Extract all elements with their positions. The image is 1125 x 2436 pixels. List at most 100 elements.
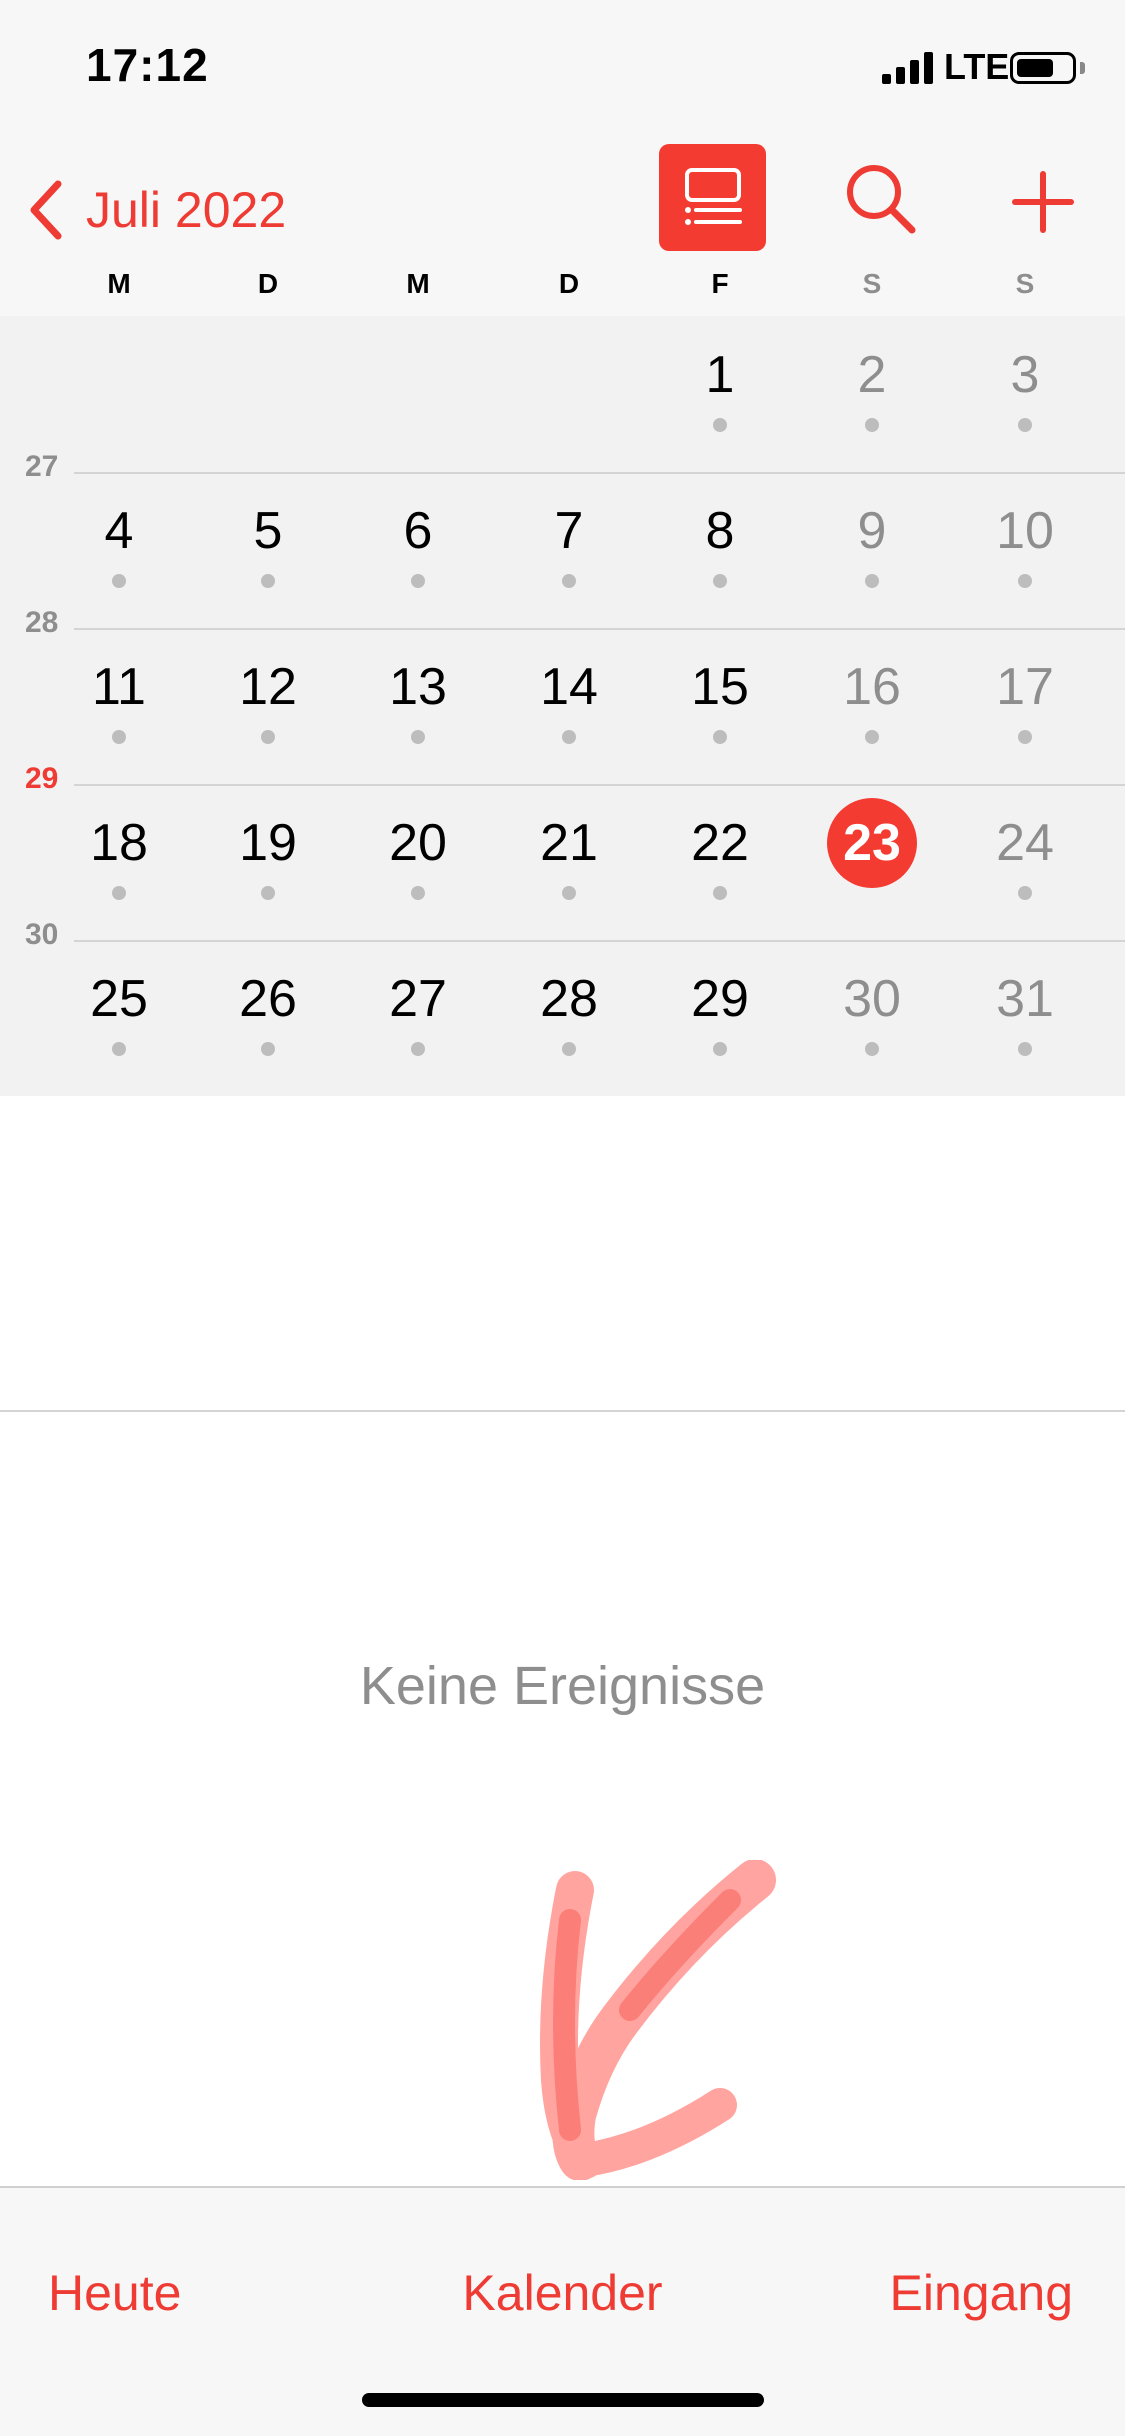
week-divider [74,472,1125,474]
event-dot [713,418,727,432]
weekday-label: S [862,268,882,299]
list-view-icon [684,167,742,225]
calendar-day[interactable]: 8 [670,500,770,562]
event-dot [112,1042,126,1056]
event-dot [865,1042,879,1056]
calendar-day[interactable]: 12 [218,656,318,718]
calendar-day[interactable]: 11 [69,656,169,718]
calendar-day[interactable]: 18 [69,812,169,874]
calendar-day[interactable]: 21 [519,812,619,874]
calendar-day[interactable]: 30 [822,968,922,1030]
day-number: 28 [540,970,598,1028]
day-number: 11 [92,658,146,716]
calendar-day[interactable]: 22 [670,812,770,874]
calendar-day[interactable]: 3 [975,344,1075,406]
calendar-day[interactable]: 1 [670,344,770,406]
day-number: 2 [857,346,887,404]
day-number: 7 [554,502,584,560]
day-number: 31 [996,970,1054,1028]
calendar-day[interactable]: 26 [218,968,318,1030]
day-number: 15 [691,658,749,716]
day-number: 13 [389,658,447,716]
calendar-day[interactable]: 25 [69,968,169,1030]
day-number: 24 [996,814,1054,872]
calendar-day[interactable]: 9 [822,500,922,562]
event-dot [112,574,126,588]
back-button[interactable]: Juli 2022 [24,170,286,250]
cellular-signal-icon [882,52,933,84]
week-number: 28 [25,606,59,639]
week-divider [74,628,1125,630]
weekday-label: D [558,268,580,299]
event-dot [865,418,879,432]
event-dot [112,730,126,744]
calendar-day[interactable]: 31 [975,968,1075,1030]
event-dot [713,886,727,900]
weekday-label: S [1015,268,1035,299]
day-number: 26 [239,970,297,1028]
list-view-button[interactable] [659,144,766,251]
plus-icon[interactable] [1003,162,1083,242]
inbox-tab[interactable]: Eingang [890,2264,1074,2322]
week-row: 1 2 3 [0,316,1125,472]
day-number: 25 [90,970,148,1028]
event-dot [865,574,879,588]
weekday-label: D [257,268,279,299]
calendar-day[interactable]: 24 [975,812,1075,874]
arrow-annotation-icon [540,1860,776,2180]
calendar-day[interactable]: 7 [519,500,619,562]
calendar-day[interactable]: 17 [975,656,1075,718]
day-number: 22 [691,814,749,872]
event-dot [562,574,576,588]
calendar-day[interactable]: 5 [218,500,318,562]
day-number: 14 [540,658,598,716]
day-number: 8 [705,502,735,560]
event-dot [411,1042,425,1056]
month-grid: 1 2 3 27 4 5 6 7 8 9 10 28 11 12 13 14 15 16 17 29 18 19 20 21 2… [0,316,1125,1412]
calendar-day[interactable]: 19 [218,812,318,874]
day-number: 1 [705,346,735,404]
week-divider [74,940,1125,942]
event-dot [1018,574,1032,588]
day-number: 6 [403,502,433,560]
event-dot [562,1042,576,1056]
calendar-day[interactable]: 20 [368,812,468,874]
calendar-day[interactable]: 27 [368,968,468,1030]
calendar-day[interactable]: 29 [670,968,770,1030]
search-icon[interactable] [840,158,920,238]
week-row: 30 25 26 27 28 29 30 31 [0,918,1125,1096]
weekday-label: F [711,268,729,299]
calendar-header: Juli 2022 M D M D F S S [0,140,1125,456]
week-number: 27 [25,450,59,483]
week-row: 28 11 12 13 14 15 16 17 [0,606,1125,784]
event-dot [713,730,727,744]
day-number: 16 [843,658,901,716]
no-events-message: Keine Ereignisse [359,1656,766,1716]
event-dot [1018,886,1032,900]
status-bar: 17:12 LTE [0,0,1125,140]
calendar-day[interactable]: 28 [519,968,619,1030]
week-number: 29 [25,762,59,795]
calendar-day[interactable]: 10 [975,500,1075,562]
event-dot [261,574,275,588]
weekday-label: M [406,268,430,299]
calendar-day-today[interactable]: 23 [822,812,922,874]
day-number: 19 [239,814,297,872]
event-dot [1018,1042,1032,1056]
calendar-day[interactable]: 4 [69,500,169,562]
event-dot [1018,730,1032,744]
calendar-day[interactable]: 13 [368,656,468,718]
day-number: 3 [1010,346,1040,404]
event-dot [562,730,576,744]
event-dot [261,730,275,744]
event-dot [562,886,576,900]
calendar-day[interactable]: 6 [368,500,468,562]
day-number: 23 [843,814,901,872]
calendar-day[interactable]: 14 [519,656,619,718]
day-number: 18 [90,814,148,872]
calendar-day[interactable]: 16 [822,656,922,718]
event-dot [1018,418,1032,432]
calendar-day[interactable]: 15 [670,656,770,718]
calendar-day[interactable]: 2 [822,344,922,406]
home-indicator[interactable] [362,2393,764,2407]
